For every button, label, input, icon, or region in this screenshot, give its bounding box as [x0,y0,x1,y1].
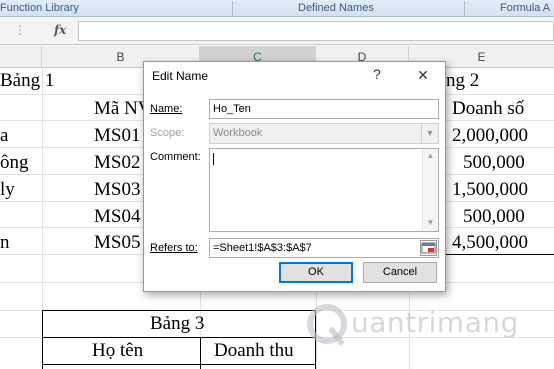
table3-row-border [42,364,316,365]
table3-top-border [42,310,316,311]
ok-button[interactable]: OK [279,262,353,283]
table3-left-border [42,310,43,369]
close-button[interactable]: ✕ [409,65,437,85]
watermark-logo: uantrimang [305,300,551,348]
table2-sales-cell: 500,000 [463,152,525,173]
table2-sales-cell: 1,500,000 [452,179,528,200]
ribbon-group-defined-names[interactable]: Defined Names [298,0,388,17]
watermark-text: uantrimang [351,306,519,339]
table1-name-cell: a [0,125,9,146]
formula-bar: ⋮ fx [0,17,554,45]
collapse-dialog-icon[interactable] [420,240,437,256]
table3-row-border [42,337,316,338]
cancel-button[interactable]: Cancel [363,262,437,283]
scroll-down-arrow-icon[interactable]: ▼ [423,218,438,227]
table1-code-cell: MS05 [94,232,141,253]
table1-code-cell: MS04 [94,206,141,227]
scope-dropdown[interactable]: Workbook ▼ [209,123,439,144]
watermark-q-icon [307,304,347,345]
table1-code-cell: MS02 [94,152,141,173]
ribbon-group-bar: Function Library Defined Names Formula A [0,0,554,17]
scope-value: Workbook [213,127,263,139]
chevron-down-icon[interactable]: ▼ [421,124,438,143]
table2-sales-cell: 4,500,000 [452,232,528,253]
table3-title: Bảng 3 [150,313,205,334]
refers-to-field[interactable]: =Sheet1!$A$3:$A$7 [209,238,439,258]
table1-name-cell: n [0,232,10,253]
excel-window: Function Library Defined Names Formula A… [0,0,554,369]
help-button[interactable]: ? [373,66,381,82]
table1-name-cell: ông [0,152,29,173]
ribbon-group-formula-auditing[interactable]: Formula A [500,0,554,17]
table3-column-border [200,337,201,369]
text-caret [213,153,214,165]
range-select-icon [421,242,436,254]
comment-field[interactable]: ▲ ▼ [209,148,439,232]
refers-to-label: Refers to: [150,242,198,254]
formula-bar-controls: ⋮ fx [0,21,76,41]
scope-label: Scope: [150,127,185,139]
dialog-title: Edit Name [152,69,209,83]
name-field[interactable]: Ho_Ten [209,99,439,119]
column-header-a[interactable] [0,46,42,68]
comment-label: Comment: [150,151,201,163]
table1-code-cell: MS03 [94,179,141,200]
refers-to-label-text: Refers to: [150,242,198,254]
insert-function-icon[interactable]: fx [54,23,66,37]
scroll-up-arrow-icon[interactable]: ▲ [423,151,438,160]
table1-title: Bảng 1 [0,70,55,91]
name-label-text: Name: [150,103,183,115]
ribbon-separator [464,1,465,16]
table2-sales-cell: 2,000,000 [452,125,528,146]
ribbon-separator [232,1,233,16]
table1-code-cell: MS01 [94,125,141,146]
name-box-resize-handle[interactable]: ⋮ [14,23,26,37]
formula-input[interactable] [78,21,554,41]
comment-scrollbar[interactable]: ▲ ▼ [422,149,438,231]
table2-header-sales: Doanh số [452,98,525,119]
table3-header-revenue: Doanh thu [214,340,294,361]
name-label: Name: [150,103,182,115]
table1-name-cell: ly [0,179,15,200]
ribbon-group-function-library[interactable]: Function Library [0,0,110,17]
edit-name-dialog: Edit Name ? ✕ Name: Ho_Ten Scope: Workbo… [143,61,446,292]
table3-header-name: Họ tên [92,340,144,361]
table2-sales-cell: 500,000 [463,206,525,227]
table2-title: ng 2 [446,70,480,91]
